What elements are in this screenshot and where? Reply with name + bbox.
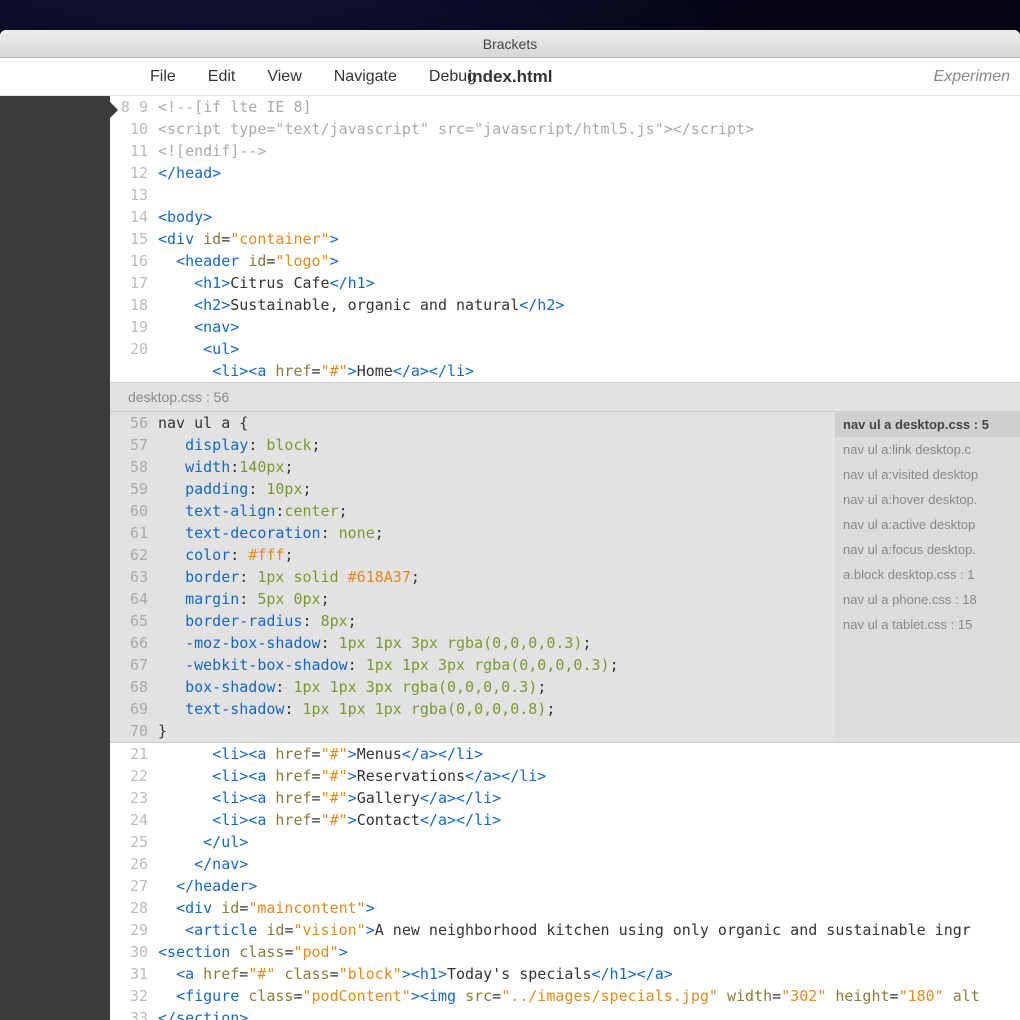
line-gutter: 8 9 10 11 12 13 14 15 16 17 18 19 20 — [110, 96, 158, 382]
css-rule-list[interactable]: nav ul a desktop.css : 5nav ul a:link de… — [835, 412, 1020, 742]
menu-edit[interactable]: Edit — [208, 68, 236, 86]
main-code-bottom[interactable]: 21 22 23 24 25 26 27 28 29 30 31 32 33 <… — [110, 743, 1020, 1020]
line-gutter-bottom: 21 22 23 24 25 26 27 28 29 30 31 32 33 — [110, 743, 158, 1020]
css-rule-item[interactable]: nav ul a:link desktop.c — [835, 437, 1020, 462]
brackets-window: Brackets File Edit View Navigate Debug i… — [0, 30, 1020, 1020]
css-rule-item[interactable]: nav ul a:focus desktop. — [835, 537, 1020, 562]
main-code-top[interactable]: 8 9 10 11 12 13 14 15 16 17 18 19 20 <!-… — [110, 96, 1020, 382]
editor-body: 8 9 10 11 12 13 14 15 16 17 18 19 20 <!-… — [0, 96, 1020, 1020]
inline-editor-header[interactable]: desktop.css : 56 — [110, 382, 1020, 411]
css-rule-item[interactable]: nav ul a desktop.css : 5 — [835, 412, 1020, 437]
menu-navigate[interactable]: Navigate — [334, 68, 397, 86]
code-content-bottom[interactable]: <li><a href="#">Menus</a></li> <li><a hr… — [158, 743, 1020, 1020]
css-rule-item[interactable]: nav ul a tablet.css : 15 — [835, 612, 1020, 637]
css-rule-item[interactable]: nav ul a:active desktop — [835, 512, 1020, 537]
inline-editor-location: desktop.css : 56 — [128, 389, 229, 405]
css-rule-item[interactable]: nav ul a:visited desktop — [835, 462, 1020, 487]
experimental-label: Experimen — [934, 68, 1010, 86]
inline-line-gutter: 56 57 58 59 60 61 62 63 64 65 66 67 68 6… — [110, 412, 158, 742]
open-filename: index.html — [467, 67, 552, 87]
css-rule-item[interactable]: a.block desktop.css : 1 — [835, 562, 1020, 587]
window-titlebar[interactable]: Brackets — [0, 30, 1020, 58]
css-rule-item[interactable]: nav ul a phone.css : 18 — [835, 587, 1020, 612]
css-rule-item[interactable]: nav ul a:hover desktop. — [835, 487, 1020, 512]
window-title: Brackets — [483, 36, 537, 52]
sidebar-notch-icon — [110, 102, 118, 118]
code-content[interactable]: <!--[if lte IE 8] <script type="text/jav… — [158, 96, 1020, 382]
menu-file[interactable]: File — [150, 68, 176, 86]
project-sidebar[interactable] — [0, 96, 110, 1020]
code-editor[interactable]: 8 9 10 11 12 13 14 15 16 17 18 19 20 <!-… — [110, 96, 1020, 1020]
menubar: File Edit View Navigate Debug index.html… — [0, 58, 1020, 96]
inline-css-editor[interactable]: 56 57 58 59 60 61 62 63 64 65 66 67 68 6… — [110, 411, 1020, 743]
menu-view[interactable]: View — [267, 68, 301, 86]
